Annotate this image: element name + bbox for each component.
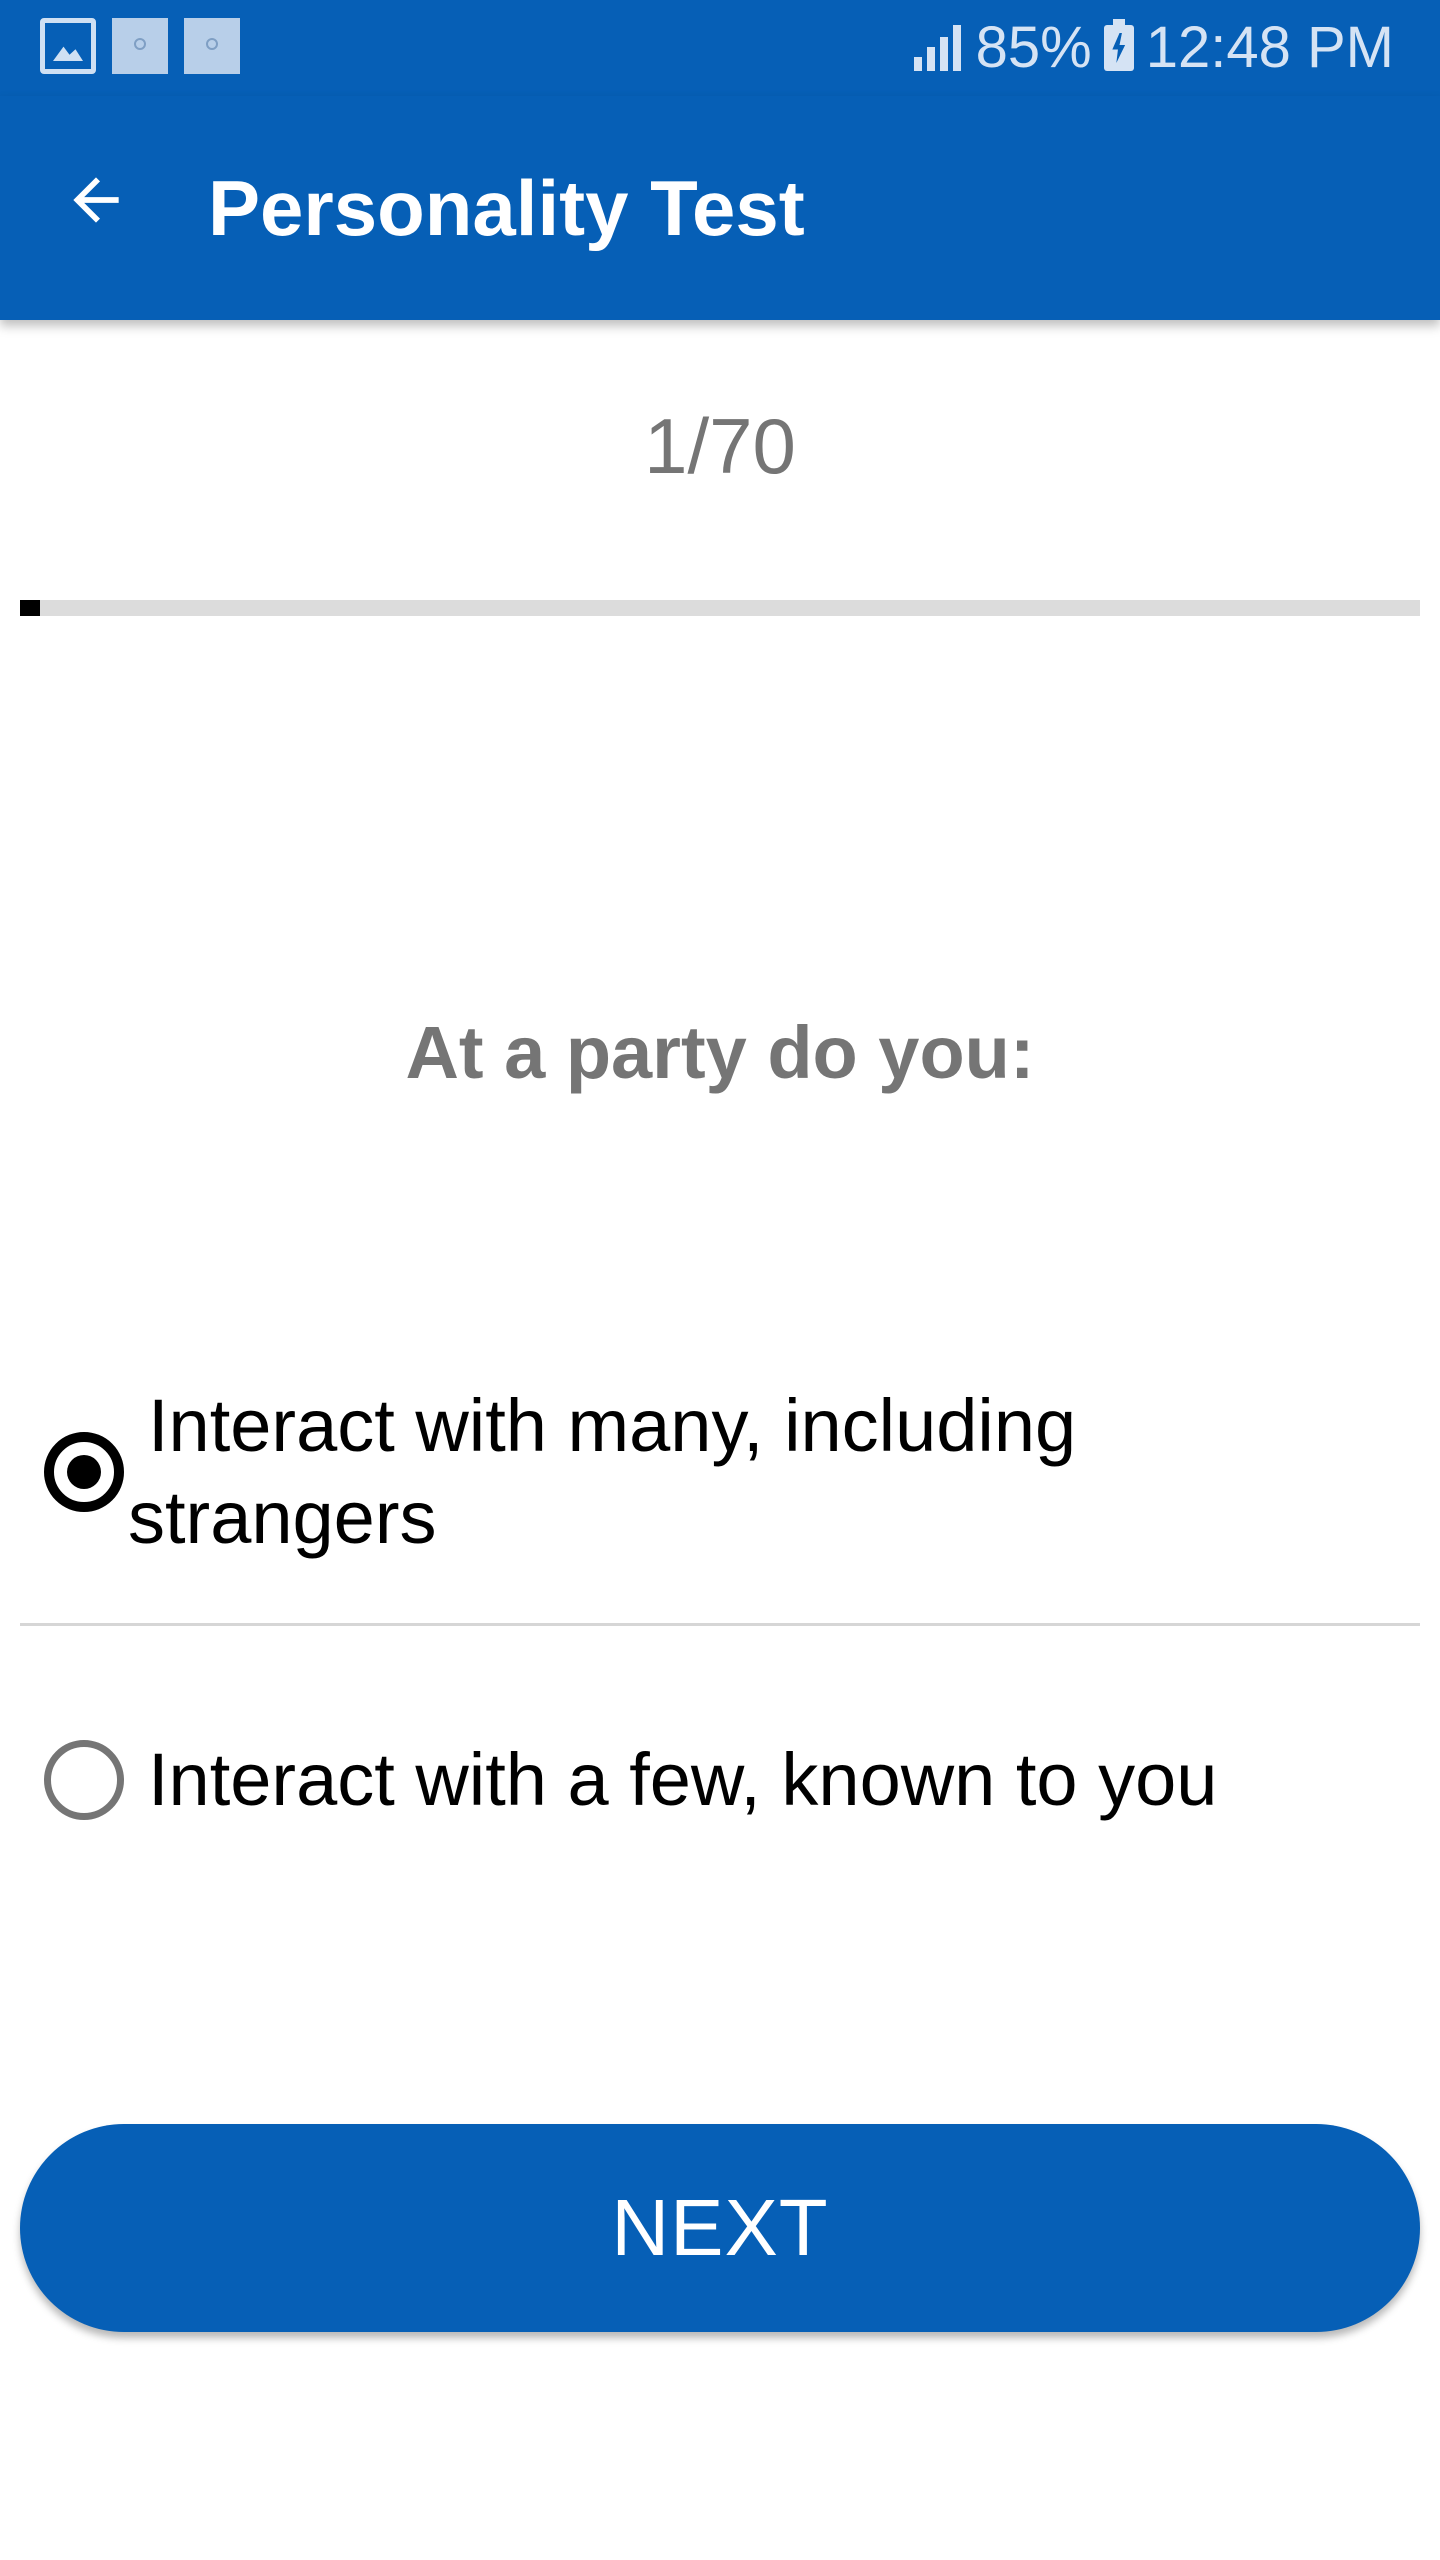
status-time: 12:48 PM	[1145, 15, 1394, 80]
battery-charging-icon	[1103, 19, 1134, 71]
option-interact-with-few[interactable]: Interact with a few, known to you	[20, 1650, 1420, 1910]
page-title: Personality Test	[208, 164, 805, 252]
option-divider	[20, 1623, 1420, 1626]
question-text: At a party do you:	[405, 1011, 1035, 1094]
radio-button-selected[interactable]	[44, 1432, 124, 1512]
app-notification-icon	[184, 18, 240, 74]
battery-percent: 85%	[975, 15, 1092, 80]
cellular-signal-icon	[913, 25, 964, 71]
status-indicators: 85% 12:48 PM	[913, 14, 1394, 82]
notification-icons	[40, 18, 240, 74]
gallery-icon	[40, 18, 96, 74]
app-bar: Personality Test	[0, 96, 1440, 320]
back-button[interactable]	[40, 144, 152, 256]
progress-bar	[20, 600, 1420, 616]
arrow-left-icon	[73, 177, 119, 223]
progress-fill	[20, 600, 41, 616]
next-button[interactable]: NEXT	[20, 2124, 1420, 2332]
status-bar: 85% 12:48 PM	[0, 0, 1440, 96]
option-label: Interact with many, including strangers	[128, 1384, 1077, 1559]
question-counter: 1/70	[644, 402, 796, 490]
app-notification-icon	[112, 18, 168, 74]
radio-button-unselected[interactable]	[44, 1740, 124, 1820]
option-label: Interact with a few, known to you	[148, 1738, 1218, 1821]
option-interact-with-many[interactable]: Interact with many, including strangers	[20, 1376, 1420, 1620]
